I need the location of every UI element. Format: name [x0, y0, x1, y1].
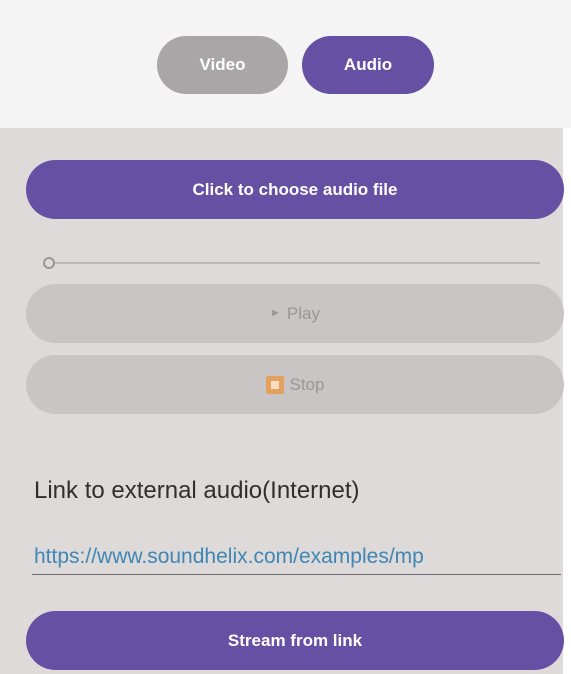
audio-url-input[interactable]: [32, 540, 561, 575]
play-button[interactable]: ► Play: [26, 284, 564, 343]
audio-mode-button[interactable]: Audio: [302, 36, 434, 94]
external-audio-heading: Link to external audio(Internet): [34, 477, 360, 504]
stop-icon: [265, 375, 284, 394]
seek-bar-track[interactable]: [50, 262, 540, 264]
panel-edge: [563, 128, 571, 674]
play-button-label: Play: [286, 303, 320, 323]
stop-button[interactable]: Stop: [26, 355, 564, 414]
video-mode-button[interactable]: Video: [157, 36, 288, 94]
stop-button-label: Stop: [289, 374, 325, 394]
stream-from-link-button[interactable]: Stream from link: [26, 611, 564, 670]
mode-toggle-group: Video Audio: [0, 36, 571, 94]
seek-bar-thumb[interactable]: [43, 257, 55, 269]
choose-audio-file-button[interactable]: Click to choose audio file: [26, 160, 564, 219]
play-icon: ►: [270, 307, 281, 319]
